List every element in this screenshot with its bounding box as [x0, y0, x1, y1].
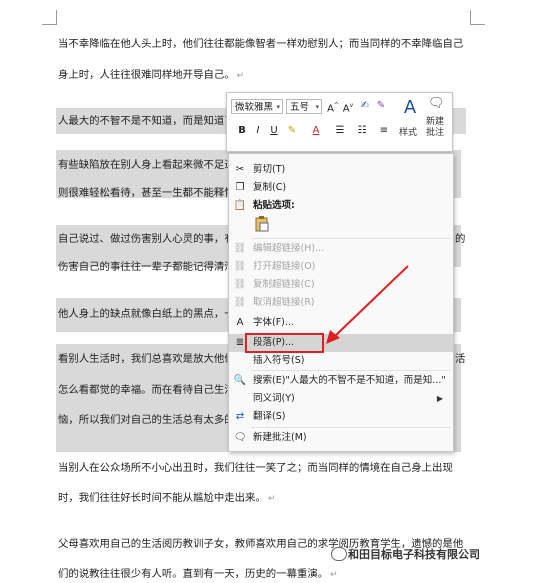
watermark-logo-icon [331, 547, 347, 561]
watermark-text: 和田目标电子科技有限公司 [348, 548, 480, 561]
annotation-arrow [326, 265, 409, 344]
